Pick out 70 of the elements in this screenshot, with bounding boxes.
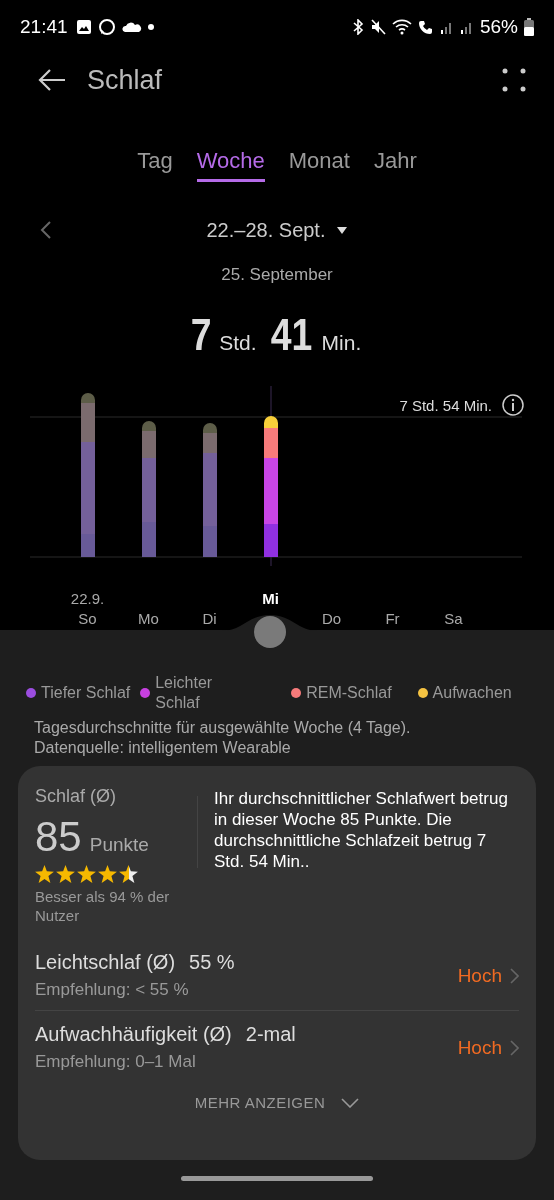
metric-value: 2-mal (245, 1023, 296, 1046)
recommendation-text: Empfehlung: 0–1 Mal (35, 1052, 197, 1072)
metric-value: 55 % (189, 951, 235, 974)
dot-icon (147, 24, 154, 30)
date-label: 22.9. (70, 590, 105, 609)
star-icon (56, 865, 75, 883)
selected-date: 25. September (220, 264, 334, 286)
cloud-icon (121, 21, 142, 33)
rating-label: Hoch (457, 964, 502, 987)
metric-row[interactable]: Leichtschlaf (Ø) 55 % Empfehlung: < 55 % Hoch (35, 939, 519, 1010)
recommendation-text: Empfehlung: < 55 % (35, 980, 190, 1000)
show-more-button[interactable]: MEHR ANZEIGEN (190, 1090, 364, 1115)
battery-icon (524, 18, 534, 36)
note-text: Tagesdurchschnitte für ausgewählte Woche (4 Tage). (34, 718, 412, 738)
more-icon[interactable] (502, 68, 526, 92)
score-value: 85 (35, 813, 82, 861)
legend-label: REM-Schlaf (306, 683, 392, 703)
chevron-down-icon (341, 1097, 360, 1108)
star-icon (35, 865, 54, 883)
legend-label: Tiefer Schlaf (41, 683, 131, 703)
chevron-right-icon (510, 967, 519, 984)
bluetooth-icon (351, 19, 364, 35)
day-label[interactable]: Sa (444, 610, 463, 630)
period-tab[interactable]: Monat (288, 140, 350, 182)
day-label[interactable]: Mo (138, 610, 159, 630)
signal-icon (459, 20, 474, 34)
star-icon (77, 865, 96, 883)
call-icon (417, 19, 434, 35)
chevron-left-icon[interactable] (40, 220, 52, 240)
chevron-right-icon (510, 1039, 519, 1056)
sleep-bar[interactable] (264, 416, 278, 557)
day-label[interactable]: Do (321, 610, 342, 630)
rating-label: Hoch (457, 1036, 502, 1059)
score-unit: Punkte (89, 834, 149, 856)
hours-value: 7 (190, 310, 212, 360)
signal-icon (439, 20, 454, 34)
clock: 21:41 (20, 16, 68, 38)
metric-name: Leichtschlaf (Ø) (35, 951, 176, 974)
date-range-dropdown[interactable]: 22.–28. Sept. (206, 218, 348, 242)
comparison-text: Besser als 94 % der Nutzer (35, 887, 171, 925)
caret-icon (337, 226, 348, 234)
star-icon (98, 865, 117, 883)
minutes-value: 41 (270, 310, 312, 360)
day-label[interactable]: Fr (385, 610, 400, 630)
reference-label: 7 Std. 54 Min. (399, 396, 492, 414)
period-tab[interactable]: Tag (137, 140, 173, 182)
period-tab[interactable]: Woche (196, 140, 265, 182)
score-title: Schlaf (Ø) (35, 786, 118, 807)
gallery-icon (75, 19, 92, 35)
wifi-icon (391, 19, 412, 35)
metric-row[interactable]: Aufwachhäufigkeit (Ø) 2-mal Empfehlung: 0–1 Mal Hoch (35, 1011, 519, 1082)
note-text: Datenquelle: intelligentem Wearable (34, 738, 292, 758)
legend-label: Leichter Schlaf (155, 673, 214, 713)
slider-handle[interactable] (254, 616, 286, 648)
day-label[interactable]: Di (202, 610, 217, 630)
hours-unit: Std. (219, 331, 257, 355)
chat-icon (97, 18, 116, 36)
battery-level: 56% (479, 16, 518, 38)
metric-name: Aufwachhäufigkeit (Ø) (35, 1023, 232, 1046)
period-tab[interactable]: Jahr (373, 140, 417, 182)
day-label[interactable]: Mi (262, 590, 279, 610)
score-description: Ihr durchschnittlicher Schlafwert betrug in dieser Woche 85 Punkte. Die durchschnittliche Schlafzeit betrug 7 Std. 54 Min.. (214, 788, 509, 873)
minutes-unit: Min. (321, 331, 362, 355)
star-icon (119, 865, 138, 883)
info-icon[interactable] (502, 394, 524, 416)
legend-label: Aufwachen (432, 683, 512, 703)
mute-icon (369, 19, 386, 35)
page-title: Schlaf (87, 64, 163, 96)
back-icon[interactable] (37, 68, 67, 92)
day-label[interactable]: So (78, 610, 97, 630)
